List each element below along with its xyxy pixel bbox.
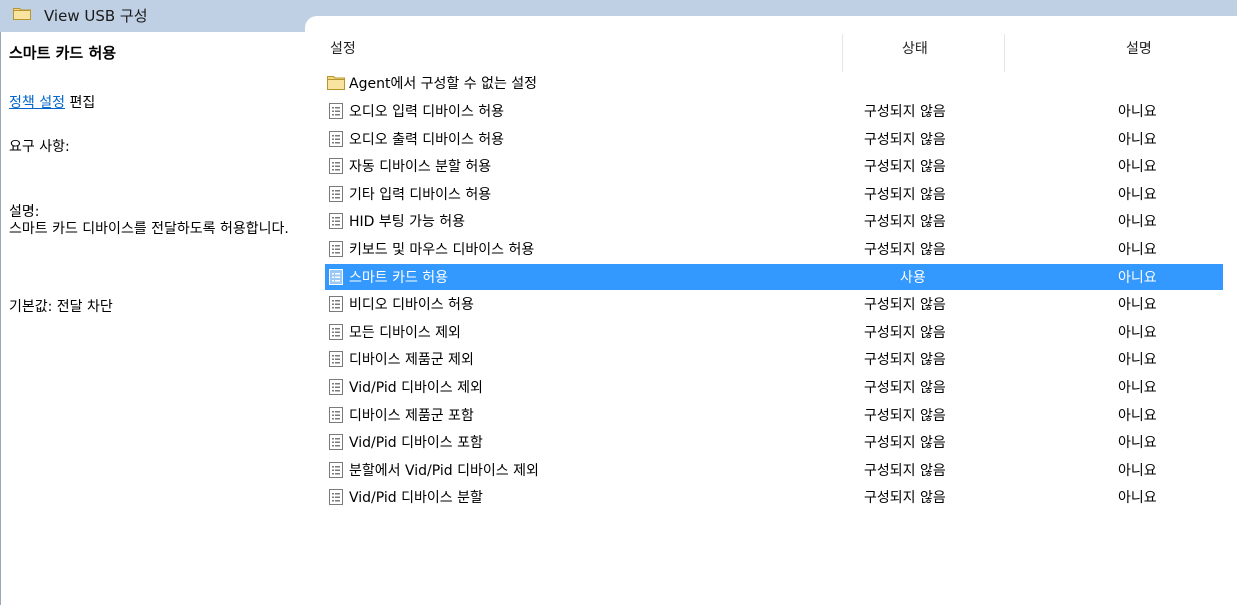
setting-state: 사용: [900, 269, 926, 286]
setting-name: 오디오 입력 디바이스 허용: [349, 104, 505, 120]
setting-name: 디바이스 제품군 제외: [349, 352, 474, 369]
table-row[interactable]: 비디오 디바이스 허용 구성되지 않음 아니요: [325, 291, 1223, 317]
policy-setting-icon: [329, 434, 343, 451]
setting-name: Vid/Pid 디바이스 제외: [349, 380, 483, 396]
setting-name: 모든 디바이스 제외: [349, 324, 461, 341]
column-divider[interactable]: [1004, 34, 1005, 72]
description-block: 설명: 스마트 카드 디바이스를 전달하도록 허용합니다.: [9, 204, 299, 238]
setting-name: HID 부팅 가능 허용: [349, 214, 466, 231]
setting-comment: 아니요: [1118, 104, 1157, 120]
policy-setting-icon: [329, 406, 343, 423]
policy-setting-icon: [329, 213, 343, 230]
setting-state: 구성되지 않음: [864, 242, 946, 258]
folder-icon: [13, 8, 31, 20]
setting-name: Vid/Pid 디바이스 분할: [349, 490, 483, 507]
setting-state: 구성되지 않음: [864, 104, 946, 120]
setting-comment: 아니요: [1118, 462, 1157, 479]
policy-setting-icon: [329, 185, 343, 202]
description-text: 스마트 카드 디바이스를 전달하도록 허용합니다.: [9, 221, 289, 237]
table-row[interactable]: 오디오 입력 디바이스 허용 구성되지 않음 아니요: [325, 98, 1223, 124]
policy-setting-icon: [329, 379, 343, 395]
policy-setting-icon: [329, 158, 343, 175]
setting-comment: 아니요: [1118, 435, 1157, 452]
setting-name: Vid/Pid 디바이스 포함: [349, 435, 483, 452]
table-row[interactable]: 디바이스 제품군 제외 구성되지 않음 아니요: [325, 346, 1223, 372]
setting-name: 스마트 카드 허용: [349, 269, 449, 286]
setting-comment: 아니요: [1118, 297, 1157, 314]
setting-state: 구성되지 않음: [864, 435, 946, 452]
policy-setting-icon: [329, 489, 343, 506]
selected-setting-title: 스마트 카드 허용: [9, 44, 117, 62]
setting-state: 구성되지 않음: [864, 352, 946, 369]
table-row[interactable]: 분할에서 Vid/Pid 디바이스 제외 구성되지 않음 아니요: [325, 457, 1223, 483]
setting-comment: 아니요: [1118, 186, 1157, 203]
column-header-state[interactable]: 상태: [902, 38, 928, 58]
table-row[interactable]: Vid/Pid 디바이스 포함 구성되지 않음 아니요: [325, 429, 1223, 455]
setting-comment: 아니요: [1118, 159, 1157, 176]
folder-name: Agent에서 구성할 수 없는 설정: [349, 76, 538, 92]
requirements-label: 요구 사항:: [9, 139, 70, 155]
setting-state: 구성되지 않음: [864, 186, 946, 203]
policy-setting-icon: [329, 323, 343, 340]
policy-setting-icon: [329, 351, 343, 368]
setting-comment: 아니요: [1118, 269, 1157, 286]
window-title: View USB 구성: [44, 7, 148, 25]
setting-comment: 아니요: [1118, 214, 1157, 231]
setting-state: 구성되지 않음: [864, 490, 946, 507]
table-row[interactable]: 디바이스 제품군 포함 구성되지 않음 아니요: [325, 402, 1223, 428]
setting-comment: 아니요: [1118, 380, 1157, 396]
table-row[interactable]: 자동 디바이스 분할 허용 구성되지 않음 아니요: [325, 153, 1223, 179]
table-row[interactable]: Vid/Pid 디바이스 제외 구성되지 않음 아니요: [325, 374, 1223, 400]
setting-state: 구성되지 않음: [864, 324, 946, 341]
setting-name: 기타 입력 디바이스 허용: [349, 186, 492, 203]
policy-setting-icon: [329, 241, 343, 257]
setting-name: 자동 디바이스 분할 허용: [349, 159, 492, 176]
policy-setting-icon: [329, 103, 343, 119]
column-divider[interactable]: [842, 34, 843, 72]
folder-row[interactable]: Agent에서 구성할 수 없는 설정: [325, 70, 1223, 96]
table-row[interactable]: 키보드 및 마우스 디바이스 허용 구성되지 않음 아니요: [325, 236, 1223, 262]
setting-state: 구성되지 않음: [864, 159, 946, 176]
setting-comment: 아니요: [1118, 324, 1157, 341]
table-row[interactable]: 기타 입력 디바이스 허용 구성되지 않음 아니요: [325, 181, 1223, 207]
setting-comment: 아니요: [1118, 131, 1157, 148]
policy-setting-icon: [329, 268, 343, 285]
setting-state: 구성되지 않음: [864, 297, 946, 314]
setting-state: 구성되지 않음: [864, 214, 946, 231]
edit-policy-line: 정책 설정 편집: [9, 92, 95, 112]
policy-settings-link[interactable]: 정책 설정: [9, 95, 65, 111]
column-header-comment[interactable]: 설명: [1126, 38, 1152, 58]
table-row[interactable]: HID 부팅 가능 허용 구성되지 않음 아니요: [325, 208, 1223, 234]
setting-comment: 아니요: [1118, 242, 1157, 258]
description-label: 설명:: [9, 204, 40, 220]
setting-state: 구성되지 않음: [864, 407, 946, 424]
policy-setting-icon: [329, 461, 343, 478]
setting-name: 키보드 및 마우스 디바이스 허용: [349, 242, 535, 258]
setting-name: 분할에서 Vid/Pid 디바이스 제외: [349, 462, 539, 479]
setting-state: 구성되지 않음: [864, 380, 946, 396]
setting-comment: 아니요: [1118, 407, 1157, 424]
setting-state: 구성되지 않음: [864, 131, 946, 148]
edit-label: 편집: [69, 95, 96, 111]
setting-comment: 아니요: [1118, 352, 1157, 369]
extended-view-panel: 스마트 카드 허용 정책 설정 편집 요구 사항: 설명: 스마트 카드 디바이…: [0, 32, 305, 605]
column-header-setting[interactable]: 설정: [330, 38, 356, 58]
setting-name: 비디오 디바이스 허용: [349, 297, 474, 314]
folder-icon: [327, 76, 345, 90]
setting-comment: 아니요: [1118, 490, 1157, 507]
policy-setting-icon: [329, 130, 343, 147]
default-value-text: 기본값: 전달 차단: [9, 299, 113, 315]
table-row[interactable]: 오디오 출력 디바이스 허용 구성되지 않음 아니요: [325, 126, 1223, 152]
setting-name: 디바이스 제품군 포함: [349, 407, 474, 424]
table-row[interactable]: Vid/Pid 디바이스 분할 구성되지 않음 아니요: [325, 484, 1223, 510]
setting-name: 오디오 출력 디바이스 허용: [349, 131, 505, 148]
setting-state: 구성되지 않음: [864, 462, 946, 479]
table-row[interactable]: 모든 디바이스 제외 구성되지 않음 아니요: [325, 319, 1223, 345]
policy-setting-icon: [329, 296, 343, 313]
table-row[interactable]: 스마트 카드 허용 사용 아니요: [325, 263, 1223, 290]
